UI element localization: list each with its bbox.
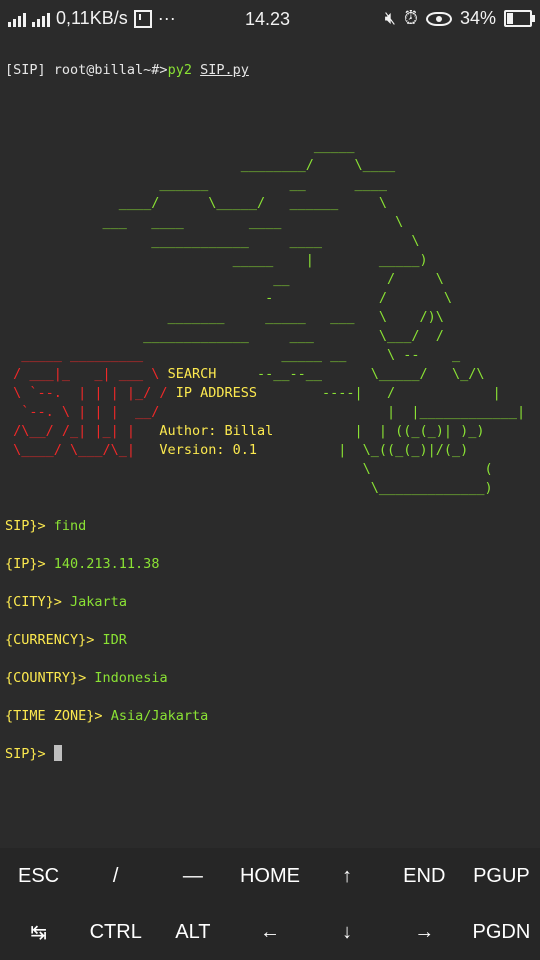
command-py2: py2 <box>167 62 192 78</box>
notification-icon <box>133 9 152 28</box>
output-line-find: SIP}> find <box>5 518 87 534</box>
dash-key[interactable]: — <box>154 848 231 904</box>
battery-icon <box>504 10 535 27</box>
more-icon: ··· <box>157 8 176 28</box>
signal-icon <box>8 11 26 27</box>
tab-key[interactable]: ↹ <box>0 904 77 960</box>
extra-keys-bar: ESC / — HOME ↑ END PGUP ↹ CTRL ALT ← ↓ →… <box>0 848 540 960</box>
output-line-timezone: {TIME ZONE}> Asia/Jakarta <box>5 708 209 724</box>
clock: 14.23 <box>245 9 291 29</box>
up-arrow-key[interactable]: ↑ <box>309 848 386 904</box>
sip-prompt: SIP}> <box>5 746 46 762</box>
left-arrow-key[interactable]: ← <box>231 904 308 960</box>
end-key[interactable]: END <box>386 848 463 904</box>
alarm-icon: ⏰︎ <box>403 8 418 28</box>
status-bar: 0,11KB/s ··· 14.23 🔇︎ ⏰︎ 34% <box>0 0 540 38</box>
status-left: 0,11KB/s ··· <box>8 8 176 29</box>
output-line-country: {COUNTRY}> Indonesia <box>5 670 168 686</box>
esc-key[interactable]: ESC <box>0 848 77 904</box>
down-arrow-key[interactable]: ↓ <box>309 904 386 960</box>
output-line-city: {CITY}> Jakarta <box>5 594 127 610</box>
slash-key[interactable]: / <box>77 848 154 904</box>
right-arrow-key[interactable]: → <box>386 904 463 960</box>
terminal-output[interactable]: [SIP] root@billal~#>py2 SIP.py _____ ___… <box>5 42 537 842</box>
home-key[interactable]: HOME <box>231 848 308 904</box>
input-line[interactable]: SIP}> <box>5 745 537 764</box>
pgup-key[interactable]: PGUP <box>463 848 540 904</box>
battery-percent: 34% <box>459 8 496 28</box>
ascii-banner: _____ ________/ \____ ______ __ ____ ___… <box>5 138 540 496</box>
eye-icon <box>425 11 452 26</box>
mute-icon: 🔇︎ <box>384 8 396 28</box>
text-cursor <box>53 745 62 761</box>
output-line-currency: {CURRENCY}> IDR <box>5 632 127 648</box>
command-file: SIP.py <box>200 62 249 78</box>
status-right: 🔇︎ ⏰︎ 34% <box>384 8 535 29</box>
pgdn-key[interactable]: PGDN <box>463 904 540 960</box>
command-line: [SIP] root@billal~#>py2 SIP.py <box>5 61 537 80</box>
shell-prompt: [SIP] root@billal~#> <box>5 62 168 78</box>
ctrl-key[interactable]: CTRL <box>77 904 154 960</box>
signal-icon-2 <box>32 11 50 27</box>
net-speed: 0,11KB/s <box>56 8 128 28</box>
output-line-ip: {IP}> 140.213.11.38 <box>5 556 160 572</box>
alt-key[interactable]: ALT <box>154 904 231 960</box>
